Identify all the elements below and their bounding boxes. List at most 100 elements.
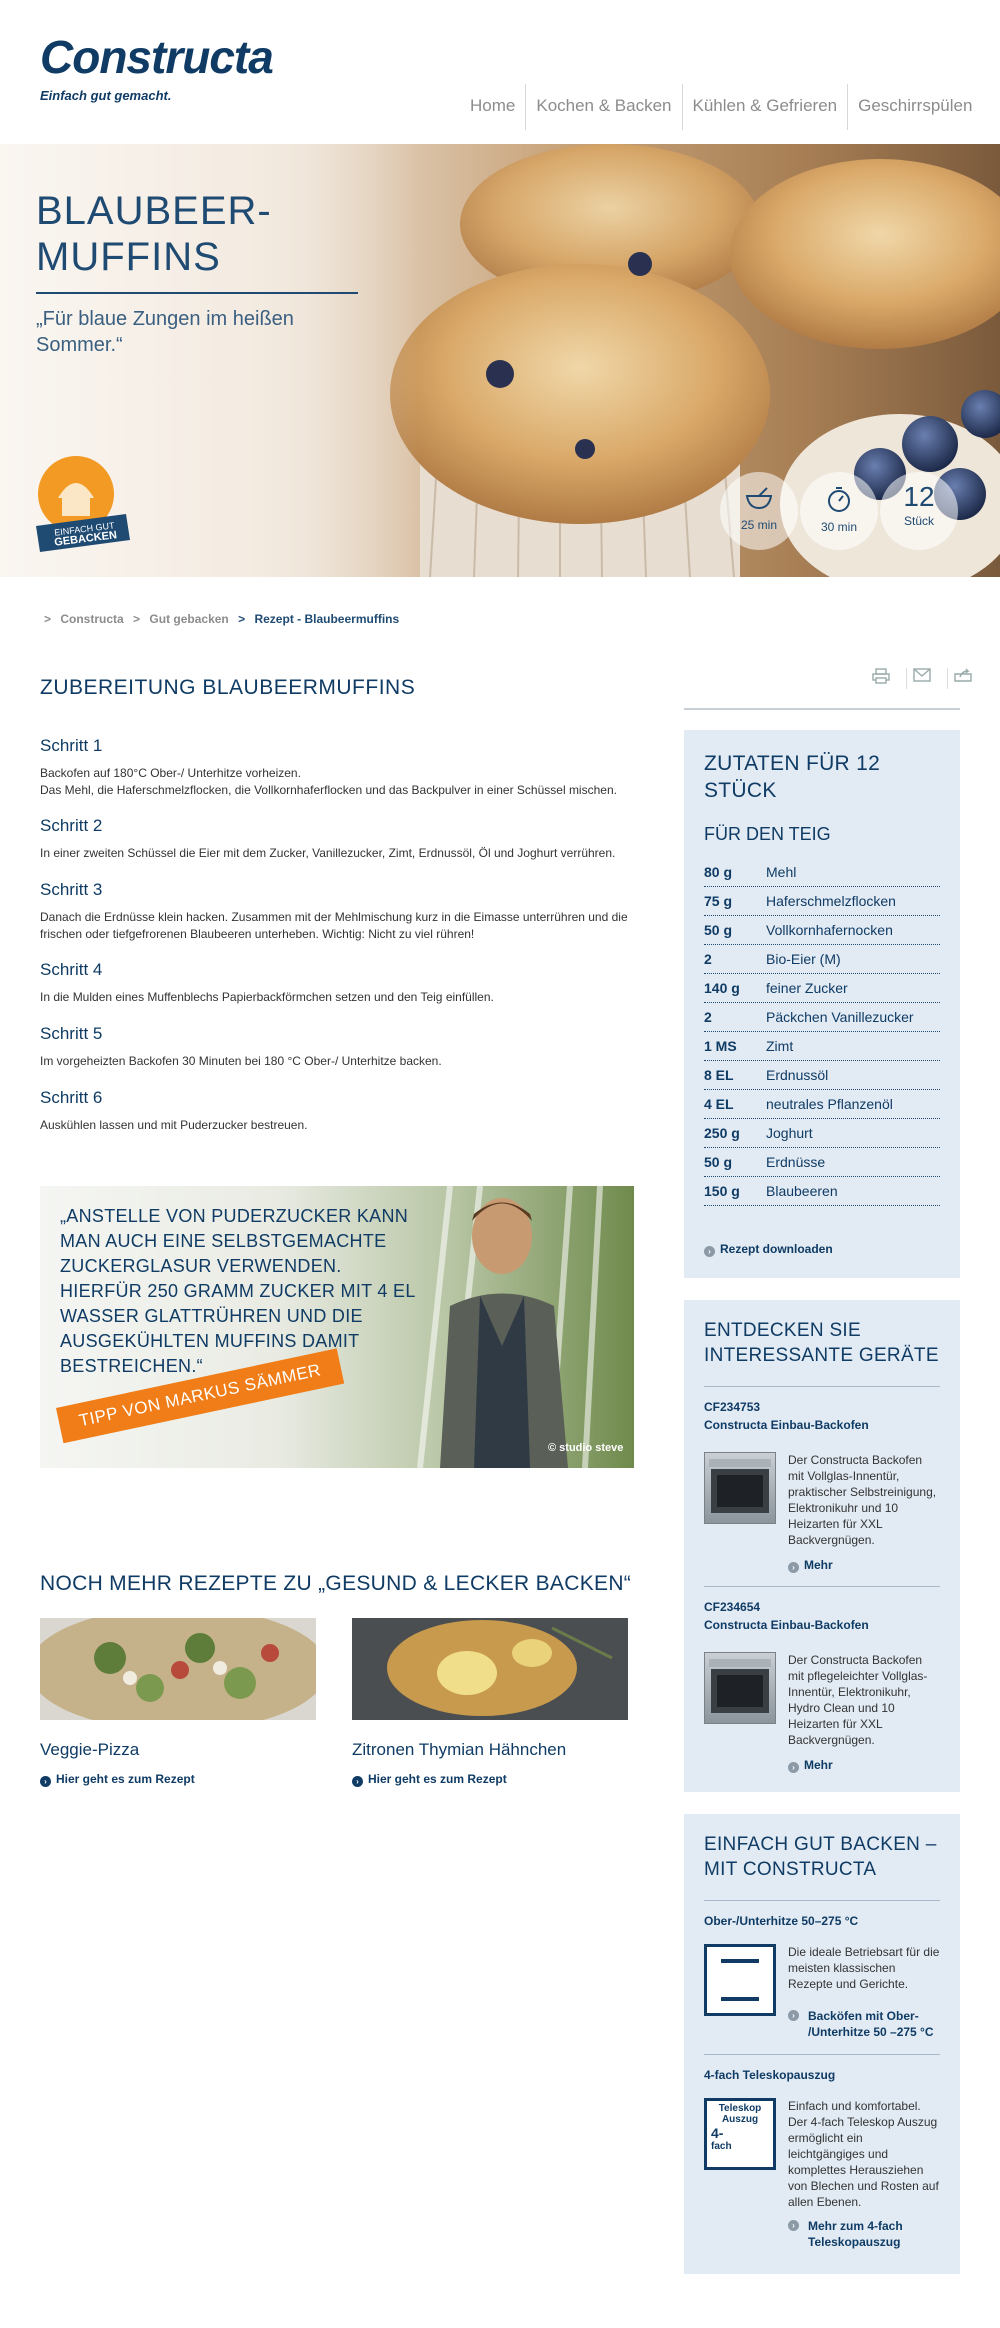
recipe-link-label[interactable]: Hier geht es zum Rezept bbox=[56, 1772, 195, 1786]
ingredient-name: Mehl bbox=[766, 864, 797, 880]
step-3: Schritt 3 Danach die Erdnüsse klein hack… bbox=[40, 880, 640, 943]
ingredient-row: 2 Bio-Eier (M) bbox=[704, 945, 940, 974]
breadcrumb-gut-gebacken[interactable]: Gut gebacken bbox=[149, 612, 228, 626]
breadcrumb-constructa[interactable]: Constructa bbox=[60, 612, 123, 626]
device-card-cf234654[interactable]: CF234654 Constructa Einbau-Backofen Der … bbox=[704, 1598, 940, 1773]
ingredients-title: ZUTATEN FÜR 12 STÜCK bbox=[704, 750, 944, 804]
feature-heading: Ober-/Unterhitze 50–275 °C bbox=[704, 1914, 859, 1928]
device-description: Der Constructa Backofen mit pflegeleicht… bbox=[788, 1652, 940, 1748]
share-icon[interactable] bbox=[947, 668, 978, 689]
icon-text: Auszug bbox=[721, 2114, 759, 2125]
step-text: Danach die Erdnüsse klein hacken. Zusamm… bbox=[40, 909, 640, 943]
features-divider bbox=[704, 1900, 940, 1901]
veggie-pizza-image[interactable] bbox=[40, 1618, 316, 1720]
device-name[interactable]: Constructa Einbau-Backofen bbox=[704, 1416, 940, 1434]
ingredient-amount: 2 bbox=[704, 1009, 712, 1025]
ingredient-name: feiner Zucker bbox=[766, 980, 848, 996]
step-5: Schritt 5 Im vorgeheizten Backofen 30 Mi… bbox=[40, 1024, 640, 1070]
recipe-name[interactable]: Veggie-Pizza bbox=[40, 1740, 316, 1760]
feature-link[interactable]: › Backöfen mit Ober- /Unterhitze 50 –275… bbox=[788, 2008, 940, 2040]
device-more-label[interactable]: Mehr bbox=[804, 1758, 833, 1772]
ingredient-name: Päckchen Vanillezucker bbox=[766, 1009, 914, 1025]
device-description-line: praktischer Selbstreinigung, bbox=[788, 1485, 937, 1499]
prep-time-stat: 25 min bbox=[720, 472, 798, 550]
recipe-name[interactable]: Zitronen Thymian Hähnchen bbox=[352, 1740, 628, 1760]
ingredient-name: Haferschmelzflocken bbox=[766, 893, 896, 909]
ingredient-name: Erdnussöl bbox=[766, 1067, 829, 1083]
ingredient-amount: 4 EL bbox=[704, 1096, 734, 1112]
stopwatch-icon bbox=[800, 486, 878, 516]
yield-count: 12 bbox=[903, 481, 935, 512]
recipe-download-link[interactable]: › Rezept downloaden bbox=[704, 1242, 833, 1257]
device-divider bbox=[704, 1586, 940, 1587]
recipe-download-label[interactable]: Rezept downloaden bbox=[720, 1242, 833, 1256]
step-1: Schritt 1 Backofen auf 180°C Ober-/ Unte… bbox=[40, 736, 640, 799]
ingredient-name: Erdnüsse bbox=[766, 1154, 826, 1170]
step-text-line1: Danach die Erdnüsse klein hacken. Zusamm… bbox=[40, 910, 628, 924]
photo-credit: © studio steve bbox=[548, 1442, 624, 1454]
device-card-cf234753[interactable]: CF234753 Constructa Einbau-Backofen Der … bbox=[704, 1398, 940, 1573]
feature-link-line2[interactable]: Teleskopauszug bbox=[788, 2234, 940, 2250]
feature-description-line: leichtgängiges und bbox=[788, 2147, 889, 2161]
tip-line: „ANSTELLE VON PUDERZUCKER KANN bbox=[60, 1206, 409, 1226]
oven-image[interactable] bbox=[704, 1652, 776, 1724]
features-panel: EINFACH GUT BACKEN – MIT CONSTRUCTA Ober… bbox=[684, 1814, 960, 2274]
recipe-title-line1: BLAUBEER- bbox=[36, 189, 272, 233]
einfach-gut-gebacken-badge: EINFACH GUT GEBACKEN bbox=[36, 454, 130, 564]
ingredient-amount: 1 MS bbox=[704, 1038, 737, 1054]
feature-link[interactable]: › Mehr zum 4-fach Teleskopauszug bbox=[788, 2218, 940, 2250]
tip-line: HIERFÜR 250 GRAMM ZUCKER MIT 4 EL bbox=[60, 1281, 416, 1301]
feature-divider bbox=[704, 2054, 940, 2055]
tip-line: AUSGEKÜHLTEN MUFFINS DAMIT bbox=[60, 1331, 360, 1351]
recipe-link[interactable]: › Hier geht es zum Rezept bbox=[352, 1772, 628, 1787]
device-more-link[interactable]: › Mehr bbox=[788, 1558, 833, 1573]
feature-link-line1[interactable]: Mehr zum 4-fach bbox=[788, 2218, 940, 2234]
yield-stat: 12 Stück bbox=[880, 472, 958, 550]
recipe-card-zitronen-haehnchen[interactable]: Zitronen Thymian Hähnchen › Hier geht es … bbox=[352, 1618, 628, 1787]
tip-line: WASSER GLATTRÜHREN UND DIE bbox=[60, 1306, 363, 1326]
device-name[interactable]: Constructa Einbau-Backofen bbox=[704, 1616, 940, 1634]
print-icon[interactable] bbox=[866, 668, 896, 689]
ingredient-row: 4 EL neutrales Pflanzenöl bbox=[704, 1090, 940, 1119]
step-text: Auskühlen lassen und mit Puderzucker bes… bbox=[40, 1118, 308, 1132]
icon-text: 4- bbox=[711, 2125, 724, 2141]
device-more-link[interactable]: › Mehr bbox=[788, 1758, 833, 1773]
step-text-line2: Das Mehl, die Haferschmelzflocken, die V… bbox=[40, 783, 617, 797]
ingredients-title-line2: STÜCK bbox=[704, 779, 777, 802]
recipe-link[interactable]: › Hier geht es zum Rezept bbox=[40, 1772, 316, 1787]
arrow-right-icon: › bbox=[788, 1762, 799, 1773]
step-6: Schritt 6 Auskühlen lassen und mit Puder… bbox=[40, 1088, 640, 1134]
mail-icon[interactable] bbox=[906, 668, 937, 689]
step-heading: Schritt 5 bbox=[40, 1024, 103, 1043]
hero-divider bbox=[36, 292, 358, 294]
nav-item-kochen-backen[interactable]: Kochen & Backen bbox=[525, 84, 681, 130]
zitronen-haehnchen-image[interactable] bbox=[352, 1618, 628, 1720]
recipe-card-veggie-pizza[interactable]: Veggie-Pizza › Hier geht es zum Rezept bbox=[40, 1618, 316, 1787]
feature-description-line: allen Ebenen. bbox=[788, 2195, 862, 2209]
constructa-logo[interactable]: Constructa bbox=[40, 30, 274, 84]
device-more-label[interactable]: Mehr bbox=[804, 1558, 833, 1572]
step-text-line1: Backofen auf 180°C Ober-/ Unterhitze vor… bbox=[40, 766, 301, 780]
device-code: CF234654 bbox=[704, 1600, 761, 1614]
arrow-right-icon: › bbox=[788, 1562, 799, 1573]
recipe-link-label[interactable]: Hier geht es zum Rezept bbox=[368, 1772, 507, 1786]
ingredient-row: 2 Päckchen Vanillezucker bbox=[704, 1003, 940, 1032]
nav-item-geschirrspuelen[interactable]: Geschirrspülen bbox=[847, 84, 982, 130]
feature-ober-unterhitze: Ober-/Unterhitze 50–275 °C Die ideale Be… bbox=[704, 1912, 940, 2039]
oven-image[interactable] bbox=[704, 1452, 776, 1524]
ingredient-amount: 8 EL bbox=[704, 1067, 734, 1083]
logo-slogan: Einfach gut gemacht. bbox=[40, 88, 172, 103]
step-text: In die Mulden eines Muffenblechs Papierb… bbox=[40, 990, 494, 1004]
bowl-icon bbox=[720, 486, 798, 514]
step-heading: Schritt 1 bbox=[40, 736, 103, 755]
ingredient-amount: 75 g bbox=[704, 893, 733, 909]
feature-link-line1[interactable]: Backöfen mit Ober- bbox=[788, 2008, 940, 2024]
nav-item-home[interactable]: Home bbox=[460, 84, 525, 130]
ingredient-amount: 50 g bbox=[704, 1154, 733, 1170]
step-text: Im vorgeheizten Backofen 30 Minuten bei … bbox=[40, 1054, 442, 1068]
page-tools bbox=[866, 668, 978, 689]
icon-text: fach bbox=[711, 2141, 732, 2152]
feature-link-line2[interactable]: /Unterhitze 50 –275 °C bbox=[788, 2024, 940, 2040]
ingredients-list: 80 g Mehl 75 g Haferschmelzflocken 50 g Vol… bbox=[704, 858, 940, 1206]
nav-item-kuehlen-gefrieren[interactable]: Kühlen & Gefrieren bbox=[681, 84, 848, 130]
